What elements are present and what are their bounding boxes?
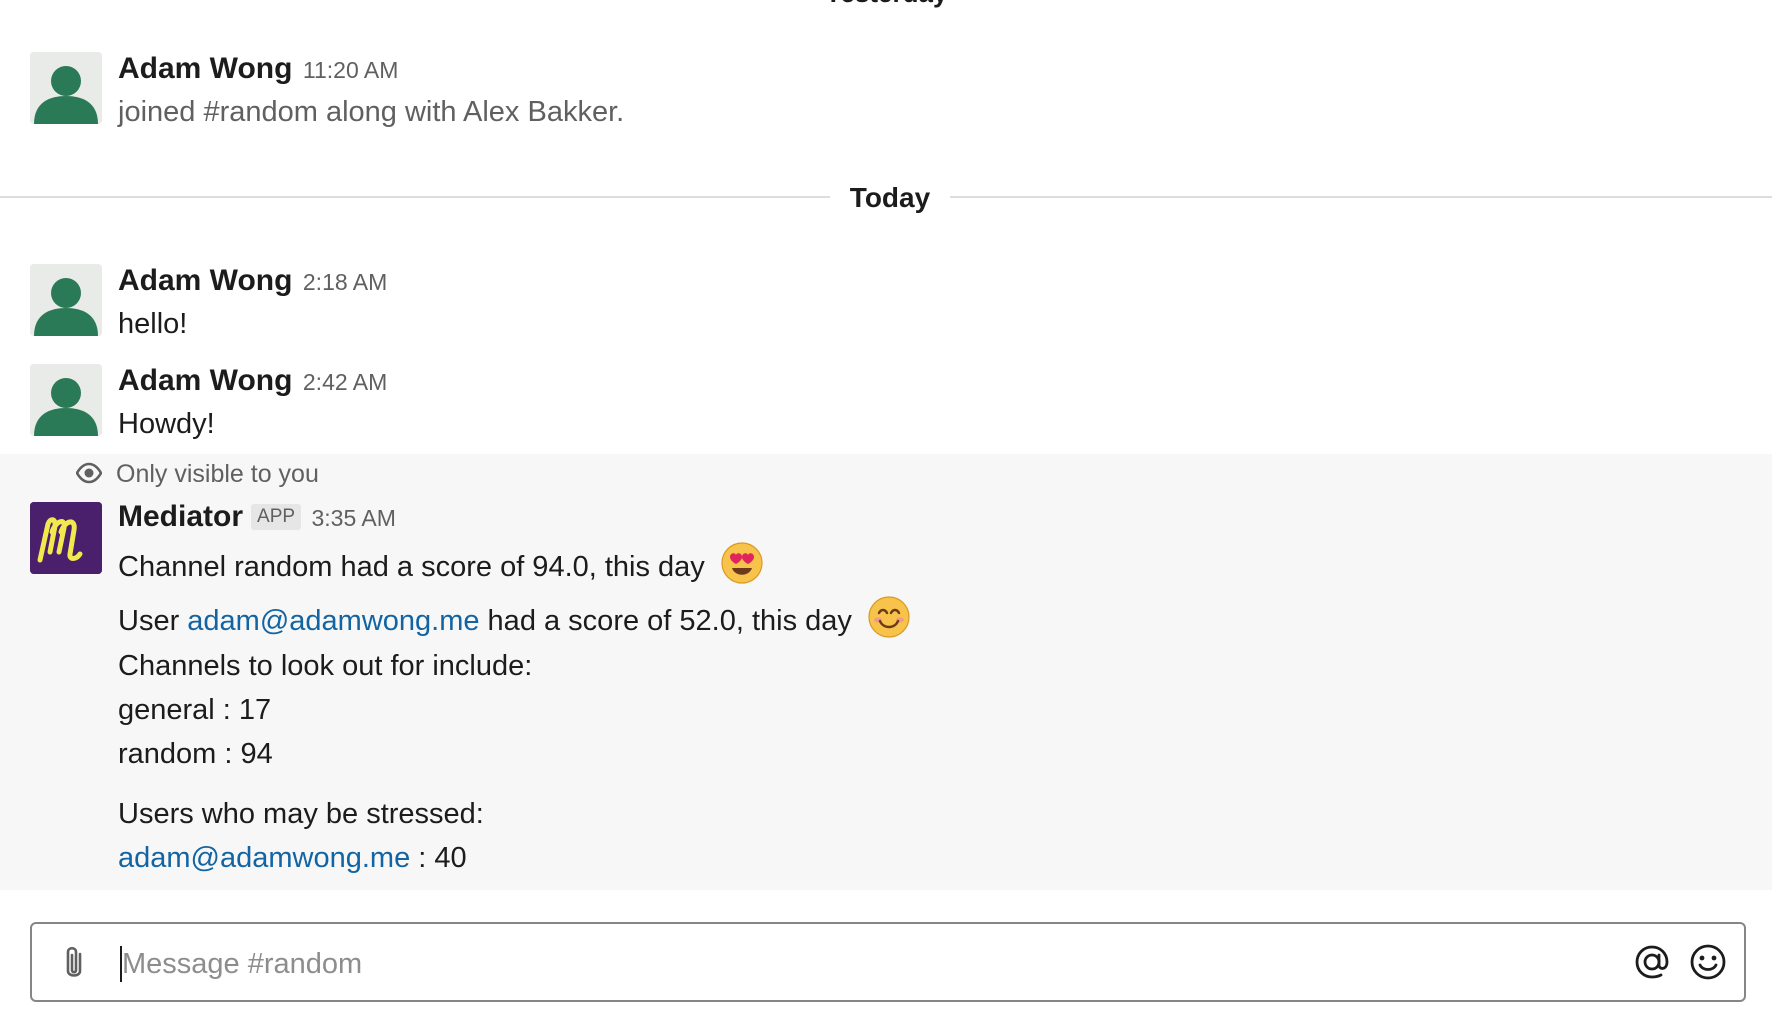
user-silhouette-icon — [30, 264, 102, 336]
channels-header: Channels to look out for include: — [118, 650, 533, 682]
user-email-link[interactable]: adam@adamwong.me — [118, 842, 410, 874]
message-text: joined #random along with Alex Bakker. — [118, 96, 625, 128]
paperclip-icon[interactable] — [58, 944, 90, 982]
message-input[interactable] — [120, 938, 1624, 990]
user-score: 40 — [434, 842, 467, 874]
date-divider-yesterday: Yesterday — [0, 0, 1772, 9]
author-name[interactable]: Adam Wong — [118, 52, 292, 85]
author-name[interactable]: Mediator — [118, 500, 243, 533]
bot-line-user-score: User adam@adamwong.me had a score of 52.… — [118, 596, 910, 638]
message-composer — [30, 922, 1746, 1002]
bot-line-text: User — [118, 605, 188, 637]
day-divider-label: Today — [830, 182, 950, 214]
message-text: hello! — [118, 308, 188, 340]
bot-line-text: had a score of 52.0, this day — [479, 605, 852, 637]
app-avatar[interactable] — [30, 502, 102, 574]
timestamp[interactable]: 11:20 AM — [303, 57, 398, 83]
author-name[interactable]: Adam Wong — [118, 364, 292, 397]
user-silhouette-icon — [30, 52, 102, 124]
channel-name: general — [118, 694, 215, 726]
timestamp[interactable]: 2:18 AM — [303, 269, 387, 295]
emoji-icon[interactable] — [1688, 942, 1728, 982]
eye-icon — [76, 462, 102, 484]
app-badge: APP — [251, 504, 302, 530]
users-header: Users who may be stressed: — [118, 798, 484, 830]
heart-eyes-emoji-icon — [721, 542, 763, 584]
at-icon[interactable] — [1632, 942, 1672, 982]
bot-line-channel-score: Channel random had a score of 94.0, this… — [118, 542, 763, 584]
author-name[interactable]: Adam Wong — [118, 264, 292, 297]
channel-score-row: general : 17 — [118, 694, 271, 727]
user-silhouette-icon — [30, 364, 102, 436]
timestamp[interactable]: 2:42 AM — [303, 369, 387, 395]
message-text: Howdy! — [118, 408, 215, 440]
user-score-row: adam@adamwong.me : 40 — [118, 842, 467, 875]
user-email-link[interactable]: adam@adamwong.me — [187, 605, 479, 637]
avatar[interactable] — [30, 52, 102, 124]
smiling-emoji-icon — [868, 596, 910, 638]
visibility-note: Only visible to you — [76, 460, 319, 489]
mediator-logo-icon — [30, 502, 102, 574]
separator: : — [214, 694, 239, 726]
channel-score-row: random : 94 — [118, 738, 273, 771]
avatar[interactable] — [30, 364, 102, 436]
bot-line-text: Channel random had a score of 94.0, this… — [118, 551, 705, 583]
channel-score: 17 — [238, 694, 272, 726]
channel-name: random — [118, 738, 217, 770]
avatar[interactable] — [30, 264, 102, 336]
channel-score: 94 — [240, 738, 273, 770]
visibility-note-text: Only visible to you — [116, 460, 319, 488]
separator: : — [410, 842, 435, 874]
chat-window: Yesterday Adam Wong 11:20 AM joined #ran… — [0, 0, 1772, 1030]
timestamp[interactable]: 3:35 AM — [312, 505, 396, 531]
separator: : — [216, 738, 241, 770]
